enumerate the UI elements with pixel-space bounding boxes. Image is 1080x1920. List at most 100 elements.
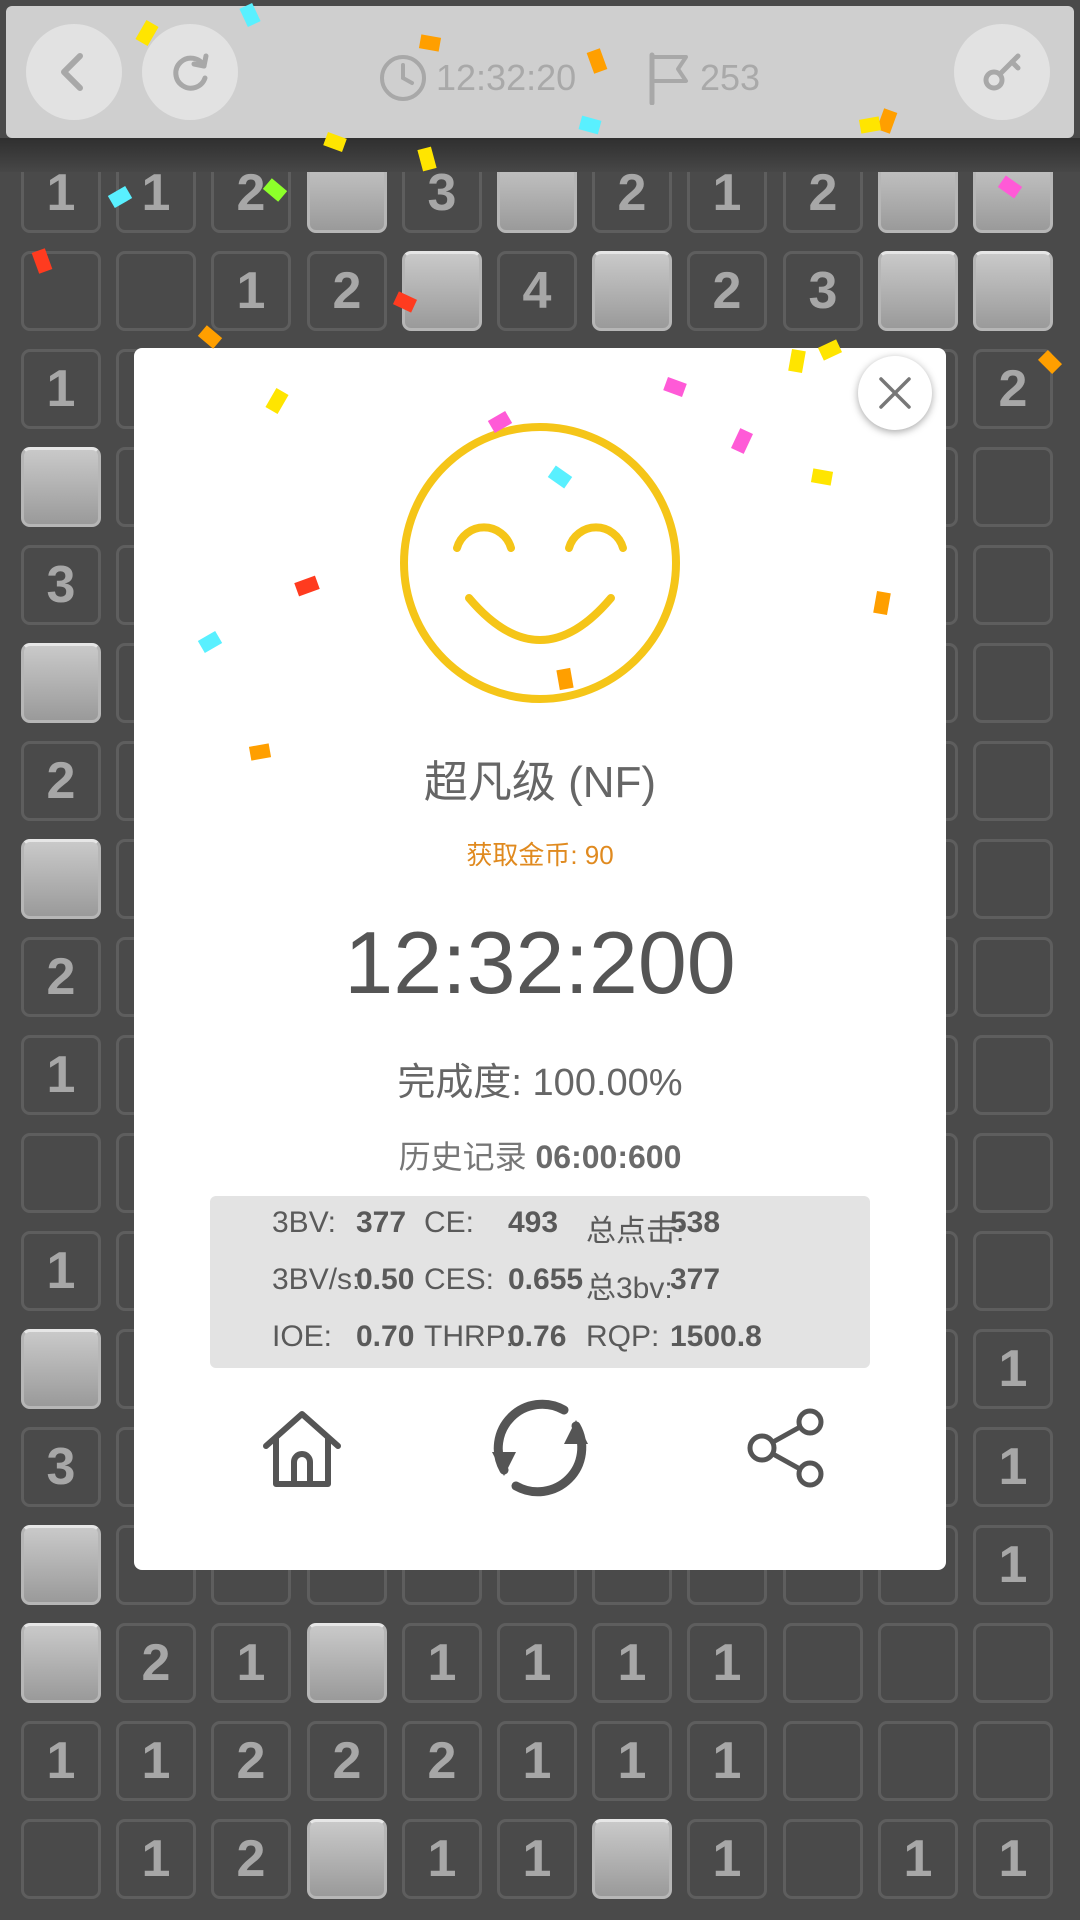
board-cell[interactable] xyxy=(973,937,1053,1017)
board-cell[interactable]: 1 xyxy=(21,349,101,429)
board-cell[interactable]: 1 xyxy=(211,251,291,331)
board-cell[interactable]: 1 xyxy=(878,1819,958,1899)
board-cell[interactable] xyxy=(973,1721,1053,1801)
covered-cell[interactable] xyxy=(21,447,101,527)
history-value: 06:00:600 xyxy=(535,1139,682,1175)
board-cell[interactable]: 1 xyxy=(687,1819,767,1899)
board-cell[interactable] xyxy=(116,251,196,331)
stat-value: 538 xyxy=(670,1206,721,1239)
smiley-face-icon xyxy=(400,423,680,703)
stat-value: 493 xyxy=(508,1206,559,1239)
board-cell[interactable]: 1 xyxy=(211,1623,291,1703)
stat-label: 总3bv: xyxy=(586,1272,673,1305)
flag-icon xyxy=(649,52,688,105)
board-cell[interactable] xyxy=(973,1035,1053,1115)
board-cell[interactable]: 1 xyxy=(402,1623,482,1703)
board-cell[interactable]: 1 xyxy=(592,1623,672,1703)
covered-cell[interactable] xyxy=(973,251,1053,331)
covered-cell[interactable] xyxy=(21,1525,101,1605)
board-cell[interactable]: 2 xyxy=(402,1721,482,1801)
board-cell[interactable] xyxy=(973,839,1053,919)
board-cell[interactable]: 2 xyxy=(211,1721,291,1801)
board-cell[interactable]: 1 xyxy=(497,1623,577,1703)
board-cell[interactable]: 2 xyxy=(116,1623,196,1703)
board-cell[interactable] xyxy=(783,1819,863,1899)
elapsed-time: 12:32:20 xyxy=(378,50,576,106)
board-cell[interactable]: 3 xyxy=(21,545,101,625)
back-button[interactable] xyxy=(26,24,122,120)
board-cell[interactable] xyxy=(973,741,1053,821)
board-cell[interactable] xyxy=(783,1623,863,1703)
coins-earned: 获取金币: 90 xyxy=(466,840,614,870)
board-cell[interactable]: 2 xyxy=(21,741,101,821)
covered-cell[interactable] xyxy=(21,643,101,723)
covered-cell[interactable] xyxy=(592,1819,672,1899)
board-cell[interactable]: 1 xyxy=(973,1819,1053,1899)
board-cell[interactable]: 2 xyxy=(307,1721,387,1801)
board-cell[interactable]: 1 xyxy=(973,1525,1053,1605)
board-cell[interactable]: 4 xyxy=(497,251,577,331)
elapsed-time-value: 12:32:20 xyxy=(436,57,577,98)
stat-value: 0.70 xyxy=(356,1320,415,1353)
top-bar: 12:32:20 253 xyxy=(6,6,1074,138)
board-cell[interactable]: 2 xyxy=(687,251,767,331)
stat-value: 0.50 xyxy=(356,1263,415,1296)
stat-label: 3BV/s: xyxy=(272,1263,361,1296)
board-cell[interactable] xyxy=(973,447,1053,527)
covered-cell[interactable] xyxy=(21,1623,101,1703)
board-cell[interactable]: 1 xyxy=(116,1819,196,1899)
stat-value: 1500.8 xyxy=(670,1320,762,1353)
close-icon xyxy=(879,377,911,409)
board-cell[interactable]: 1 xyxy=(973,1329,1053,1409)
completion: 完成度: 100.00% xyxy=(134,1051,946,1106)
home-icon xyxy=(263,1411,341,1487)
stat-value: 0.655 xyxy=(508,1263,584,1296)
board-cell[interactable]: 2 xyxy=(307,251,387,331)
board-cell[interactable]: 1 xyxy=(116,1721,196,1801)
board-cell[interactable]: 1 xyxy=(687,1721,767,1801)
stat-label: THRP: xyxy=(424,1320,514,1353)
close-button[interactable] xyxy=(858,356,932,430)
board-cell[interactable] xyxy=(21,1819,101,1899)
board-cell[interactable] xyxy=(878,1623,958,1703)
settings-button[interactable] xyxy=(954,24,1050,120)
share-button[interactable] xyxy=(726,1388,846,1508)
covered-cell[interactable] xyxy=(307,1623,387,1703)
stat-label: IOE: xyxy=(272,1320,333,1353)
covered-cell[interactable] xyxy=(402,251,482,331)
stat-label: CES: xyxy=(424,1263,495,1296)
history-record: 历史记录 06:00:600 xyxy=(134,1132,946,1178)
restart-button[interactable] xyxy=(142,24,238,120)
board-cell[interactable] xyxy=(783,1721,863,1801)
board-cell[interactable] xyxy=(878,1721,958,1801)
covered-cell[interactable] xyxy=(878,251,958,331)
covered-cell[interactable] xyxy=(21,1329,101,1409)
board-cell[interactable]: 1 xyxy=(21,1035,101,1115)
covered-cell[interactable] xyxy=(592,251,672,331)
board-cell[interactable] xyxy=(973,1133,1053,1213)
board-cell[interactable]: 3 xyxy=(783,251,863,331)
board-cell[interactable]: 2 xyxy=(21,937,101,1017)
board-cell[interactable]: 1 xyxy=(592,1721,672,1801)
stat-label: RQP: xyxy=(586,1320,660,1353)
board-cell[interactable]: 1 xyxy=(497,1721,577,1801)
replay-button[interactable] xyxy=(470,1388,610,1508)
board-cell[interactable]: 2 xyxy=(211,1819,291,1899)
board-cell[interactable]: 1 xyxy=(687,1623,767,1703)
board-cell[interactable] xyxy=(21,1133,101,1213)
board-cell[interactable] xyxy=(973,643,1053,723)
home-button[interactable] xyxy=(242,1388,362,1508)
board-cell[interactable]: 3 xyxy=(21,1427,101,1507)
board-cell[interactable] xyxy=(973,1623,1053,1703)
replay-icon xyxy=(492,1399,588,1497)
board-cell[interactable]: 1 xyxy=(973,1427,1053,1507)
board-cell[interactable] xyxy=(973,1231,1053,1311)
board-cell[interactable] xyxy=(973,545,1053,625)
covered-cell[interactable] xyxy=(21,839,101,919)
board-cell[interactable]: 1 xyxy=(402,1819,482,1899)
board-cell[interactable] xyxy=(21,251,101,331)
board-cell[interactable]: 1 xyxy=(497,1819,577,1899)
covered-cell[interactable] xyxy=(307,1819,387,1899)
board-cell[interactable]: 1 xyxy=(21,1231,101,1311)
board-cell[interactable]: 1 xyxy=(21,1721,101,1801)
